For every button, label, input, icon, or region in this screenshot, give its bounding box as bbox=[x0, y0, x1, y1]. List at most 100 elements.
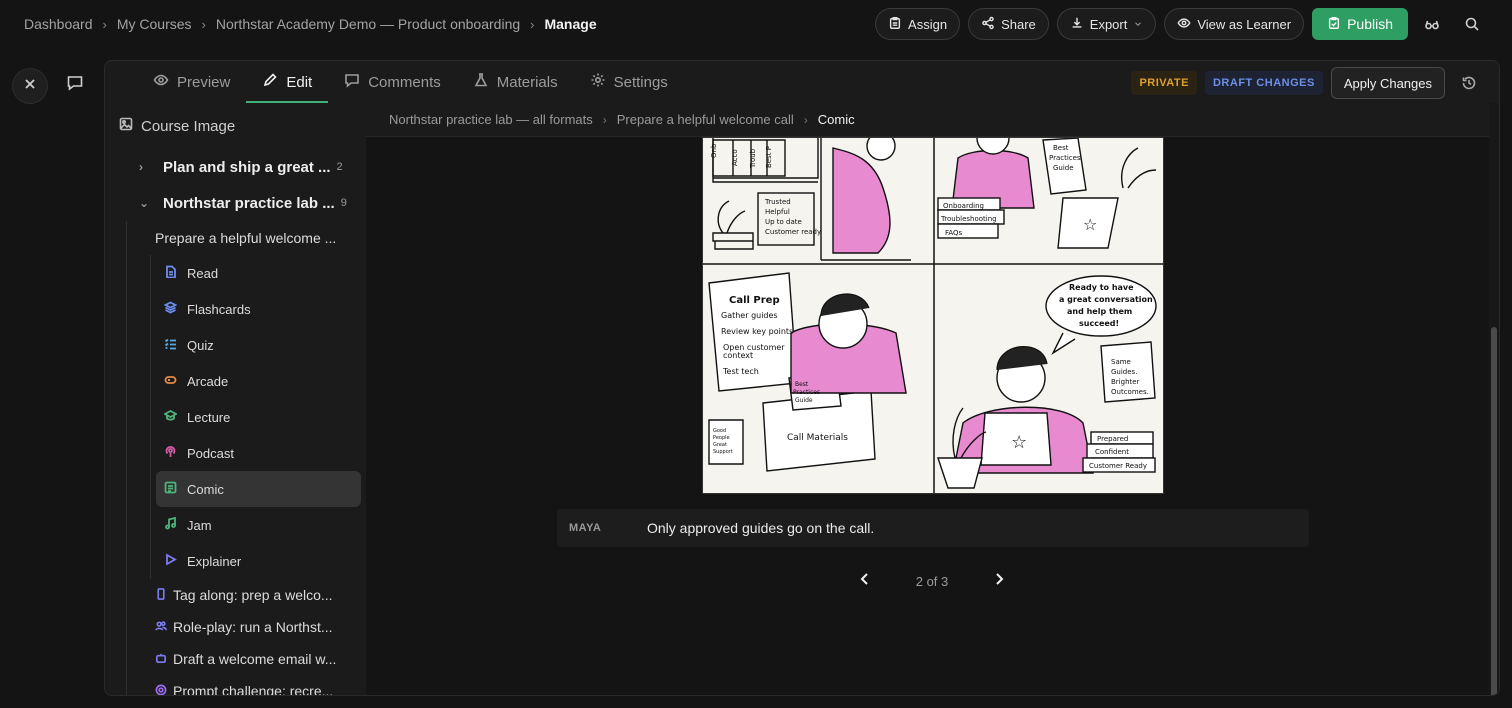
sidebar-item-label: Flashcards bbox=[187, 301, 251, 317]
chevron-right-icon: › bbox=[139, 160, 143, 174]
export-button[interactable]: Export bbox=[1056, 8, 1157, 40]
breadcrumb-dashboard[interactable]: Dashboard bbox=[24, 16, 93, 32]
breadcrumb-my-courses[interactable]: My Courses bbox=[117, 16, 192, 32]
search-icon[interactable] bbox=[1456, 8, 1488, 40]
section-plan-and-ship[interactable]: › Plan and ship a great ... 2 bbox=[105, 149, 365, 185]
tab-bar: Preview Edit Comments Materials Settings bbox=[105, 61, 684, 103]
comic-mug-text: Support bbox=[713, 449, 733, 455]
tab-materials-label: Materials bbox=[496, 73, 558, 91]
sidebar-activity[interactable]: Role-play: run a Northst... bbox=[105, 611, 365, 643]
comic-book-text: Onboarding bbox=[943, 202, 984, 210]
glasses-icon[interactable] bbox=[1416, 8, 1448, 40]
sidebar-item-label: Jam bbox=[187, 517, 212, 533]
section-title: Northstar practice lab ... bbox=[163, 194, 335, 212]
sidebar-item-read[interactable]: Read bbox=[156, 255, 361, 291]
sidebar-item-label: Explainer bbox=[187, 553, 242, 569]
eye-icon bbox=[153, 72, 169, 92]
sidebar-item-label: Lecture bbox=[187, 409, 231, 425]
editor-panel: Preview Edit Comments Materials Settings… bbox=[104, 60, 1500, 696]
comic-bubble-text: Ready to have bbox=[1069, 283, 1134, 292]
comic-note-text: Trusted bbox=[764, 198, 791, 206]
section-northstar-practice-lab[interactable]: ⌄ Northstar practice lab ... 9 bbox=[105, 185, 365, 221]
comic-book-text: Prepared bbox=[1097, 435, 1128, 443]
close-button[interactable] bbox=[12, 68, 48, 104]
comic-binder-text: Best P bbox=[765, 146, 773, 168]
comic-mug-text: Good bbox=[713, 428, 726, 434]
sidebar-item-label: Read bbox=[187, 265, 219, 281]
share-button[interactable]: Share bbox=[968, 8, 1049, 40]
sidebar-item-jam[interactable]: Jam bbox=[156, 507, 361, 543]
course-image-item[interactable]: Course Image bbox=[105, 103, 365, 149]
comic-guide-text: Best bbox=[1053, 144, 1069, 152]
tab-edit-label: Edit bbox=[286, 73, 313, 91]
sidebar-item-lecture[interactable]: Lecture bbox=[156, 399, 361, 435]
sidebar-item-label: Arcade bbox=[187, 373, 229, 389]
content-area: Northstar practice lab — all formats › P… bbox=[366, 103, 1499, 695]
next-page-button[interactable] bbox=[991, 571, 1007, 592]
caption-line: Only approved guides go on the call. bbox=[647, 520, 875, 536]
comic-guide-text: Guide bbox=[1053, 164, 1074, 172]
scrollbar-thumb[interactable] bbox=[1491, 327, 1497, 695]
sidebar-item-arcade[interactable]: Arcade bbox=[156, 363, 361, 399]
section-children: Prepare a helpful welcome ... Read Flashc… bbox=[105, 221, 365, 695]
apply-changes-button[interactable]: Apply Changes bbox=[1330, 67, 1445, 99]
layers-icon bbox=[163, 301, 178, 317]
close-icon bbox=[23, 77, 37, 96]
comic-mug-text: People bbox=[713, 435, 730, 441]
sidebar-activity[interactable]: Prompt challenge: recre... bbox=[105, 675, 365, 695]
tab-preview[interactable]: Preview bbox=[137, 61, 246, 103]
caption-speaker: MAYA bbox=[569, 522, 602, 534]
publish-button[interactable]: Publish bbox=[1312, 8, 1408, 40]
podcast-icon bbox=[164, 445, 177, 461]
sidebar-item-flashcards[interactable]: Flashcards bbox=[156, 291, 361, 327]
comic-book-text: Customer Ready bbox=[1089, 462, 1147, 470]
sidebar-item-label: Podcast bbox=[187, 445, 234, 461]
tab-edit[interactable]: Edit bbox=[246, 61, 329, 103]
lesson-prepare-welcome[interactable]: Prepare a helpful welcome ... bbox=[105, 221, 365, 255]
course-outline-sidebar: Course Image › Plan and ship a great ...… bbox=[105, 103, 365, 695]
sidebar-activity-label: Role-play: run a Northst... bbox=[173, 619, 333, 635]
comic-box-text: Call Materials bbox=[787, 433, 848, 443]
status-area: PRIVATE DRAFT CHANGES Apply Changes bbox=[1131, 67, 1485, 99]
crumb-current: Comic bbox=[817, 112, 855, 127]
section-title: Plan and ship a great ... bbox=[163, 158, 331, 176]
sidebar-activity[interactable]: Draft a welcome email w... bbox=[105, 643, 365, 675]
comic-binder-text: Onb bbox=[710, 143, 718, 158]
scrollbar[interactable] bbox=[1489, 103, 1499, 695]
sidebar-item-comic[interactable]: Comic bbox=[156, 471, 361, 507]
sidebar-item-explainer[interactable]: Explainer bbox=[156, 543, 361, 579]
sidebar-activity[interactable]: Tag along: prep a welco... bbox=[105, 579, 365, 611]
lesson-activities: Tag along: prep a welco... Role-play: run… bbox=[105, 579, 365, 695]
tab-materials[interactable]: Materials bbox=[457, 61, 574, 103]
assign-button[interactable]: Assign bbox=[875, 8, 961, 40]
comic-book-text: FAQs bbox=[945, 229, 963, 237]
chevron-right-icon: › bbox=[530, 16, 535, 32]
share-label: Share bbox=[1001, 16, 1036, 32]
comic-bubble-text: a great conversation bbox=[1059, 295, 1153, 304]
crumb-lesson[interactable]: Prepare a helpful welcome call bbox=[617, 112, 794, 127]
comic-note-text: Same bbox=[1111, 358, 1131, 366]
tab-comments[interactable]: Comments bbox=[328, 61, 457, 103]
sidebar-item-quiz[interactable]: Quiz bbox=[156, 327, 361, 363]
view-as-learner-button[interactable]: View as Learner bbox=[1164, 8, 1305, 40]
gamepad-icon bbox=[164, 373, 177, 389]
sidebar-activity-label: Tag along: prep a welco... bbox=[173, 587, 333, 603]
sidebar-item-podcast[interactable]: Podcast bbox=[156, 435, 361, 471]
history-icon[interactable] bbox=[1453, 67, 1485, 99]
breadcrumb-current: Manage bbox=[544, 16, 597, 32]
prev-page-button[interactable] bbox=[857, 571, 873, 592]
section-count: 2 bbox=[336, 161, 343, 173]
breadcrumb-course[interactable]: Northstar Academy Demo — Product onboard… bbox=[216, 16, 520, 32]
chat-bubble-icon[interactable] bbox=[66, 74, 88, 96]
share-icon bbox=[981, 16, 995, 33]
comic-note-text: Helpful bbox=[765, 208, 790, 216]
comic-pager: 2 of 3 bbox=[857, 571, 1007, 592]
page-indicator: 2 of 3 bbox=[915, 574, 949, 589]
course-image-label: Course Image bbox=[141, 117, 236, 135]
crumb-section[interactable]: Northstar practice lab — all formats bbox=[389, 112, 593, 127]
tab-settings[interactable]: Settings bbox=[574, 61, 684, 103]
view-as-learner-label: View as Learner bbox=[1197, 16, 1292, 32]
top-actions: Assign Share Export View as Learner Publ… bbox=[875, 8, 1488, 40]
document-icon bbox=[164, 265, 177, 281]
comic-caption: MAYA Only approved guides go on the call… bbox=[557, 509, 1309, 547]
